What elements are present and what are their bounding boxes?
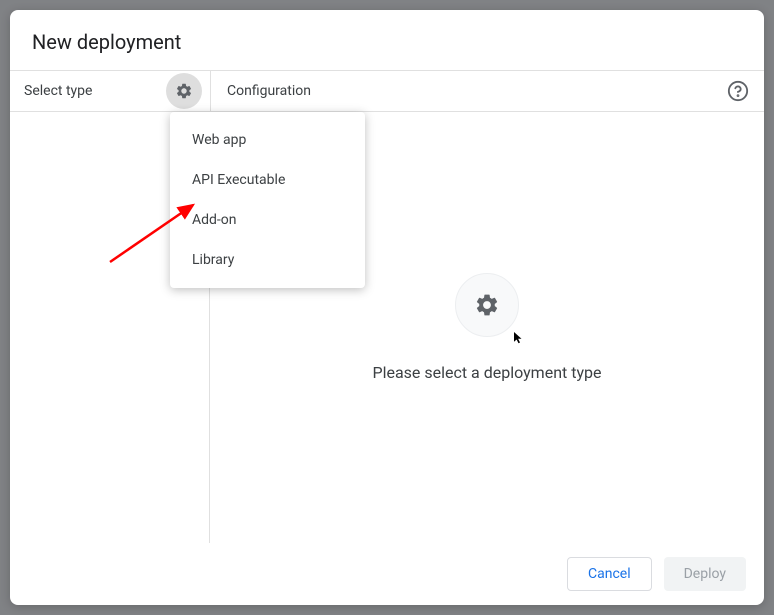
select-type-dropdown: Web app API Executable Add-on Library: [170, 112, 365, 288]
new-deployment-dialog: New deployment Select type Configuration: [10, 10, 764, 605]
help-button[interactable]: [726, 79, 750, 103]
dialog-title: New deployment: [10, 10, 764, 70]
gear-icon: [474, 292, 500, 318]
dropdown-item-web-app[interactable]: Web app: [170, 120, 365, 160]
dialog-footer: Cancel Deploy: [10, 543, 764, 605]
placeholder-text: Please select a deployment type: [372, 363, 601, 382]
cursor-icon: [514, 332, 526, 344]
help-icon: [727, 80, 749, 102]
cancel-button[interactable]: Cancel: [567, 557, 652, 591]
dropdown-item-add-on[interactable]: Add-on: [170, 200, 365, 240]
configuration-label: Configuration: [227, 83, 311, 99]
dropdown-item-library[interactable]: Library: [170, 240, 365, 280]
select-type-header: Select type: [10, 71, 210, 111]
select-type-label: Select type: [24, 83, 92, 99]
configuration-header: Configuration: [210, 71, 764, 111]
dropdown-item-api-executable[interactable]: API Executable: [170, 160, 365, 200]
gear-icon: [175, 82, 193, 100]
subheader: Select type Configuration: [10, 70, 764, 112]
select-type-gear-button[interactable]: [166, 73, 202, 109]
deploy-button: Deploy: [664, 557, 746, 591]
dialog-body: Please select a deployment type Web app …: [10, 112, 764, 543]
placeholder-gear-circle: [455, 273, 519, 337]
